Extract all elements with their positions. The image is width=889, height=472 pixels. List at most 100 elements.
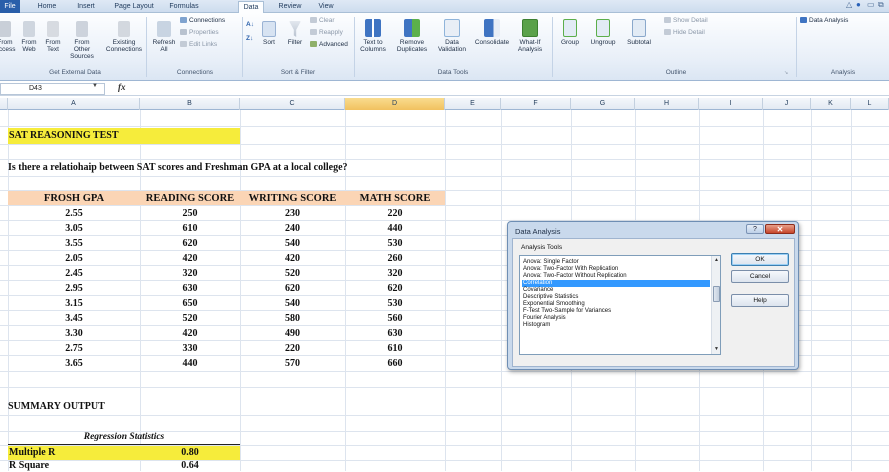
from-text-button[interactable]: From Text: [42, 21, 64, 53]
analysis-tools-listbox[interactable]: Anova: Single Factor Anova: Two-Factor Wi…: [519, 255, 721, 355]
cell-reading-score[interactable]: 320: [140, 267, 240, 280]
analysis-tool-item[interactable]: Fourier Analysis: [522, 315, 710, 322]
insert-function-icon[interactable]: fx: [118, 82, 126, 92]
cell-writing-score[interactable]: 580: [240, 312, 345, 325]
dialog-close-icon[interactable]: ✕: [765, 224, 795, 234]
multiple-r-label[interactable]: Multiple R: [9, 446, 55, 460]
properties-button[interactable]: Properties: [180, 29, 219, 37]
name-box[interactable]: D43: [0, 83, 105, 95]
sort-descending-button[interactable]: Z↓: [246, 35, 253, 43]
column-header-d[interactable]: D: [345, 98, 445, 110]
cell-reading-score[interactable]: 520: [140, 312, 240, 325]
cell-reading-score[interactable]: 330: [140, 342, 240, 355]
cell-writing-score[interactable]: 570: [240, 357, 345, 370]
sheet-title-cell[interactable]: SAT REASONING TEST: [8, 128, 240, 144]
cell-writing-score[interactable]: 240: [240, 222, 345, 235]
tab-file[interactable]: File: [0, 0, 20, 13]
advanced-filter-button[interactable]: Advanced: [310, 41, 348, 49]
dialog-help-icon[interactable]: ?: [746, 224, 764, 234]
data-validation-button[interactable]: Data Validation: [434, 19, 470, 53]
header-reading-score[interactable]: READING SCORE: [140, 192, 240, 205]
column-header-f[interactable]: F: [501, 98, 571, 110]
header-math-score[interactable]: MATH SCORE: [345, 192, 445, 205]
cell-writing-score[interactable]: 520: [240, 267, 345, 280]
multiple-r-value[interactable]: 0.80: [140, 446, 240, 460]
consolidate-button[interactable]: Consolidate: [472, 19, 512, 46]
clear-filter-button[interactable]: Clear: [310, 17, 335, 25]
reapply-button[interactable]: Reapply: [310, 29, 343, 37]
tab-insert[interactable]: Insert: [72, 1, 100, 13]
summary-output-title[interactable]: SUMMARY OUTPUT: [8, 400, 105, 414]
r-square-value[interactable]: 0.64: [140, 460, 240, 472]
edit-links-button[interactable]: Edit Links: [180, 41, 217, 49]
cell-writing-score[interactable]: 620: [240, 282, 345, 295]
r-square-label[interactable]: R Square: [9, 460, 49, 472]
data-analysis-button[interactable]: Data Analysis: [800, 17, 848, 25]
help-icon[interactable]: ●: [856, 0, 861, 9]
cell-frosh-gpa[interactable]: 3.45: [8, 312, 140, 325]
ungroup-button[interactable]: Ungroup: [586, 19, 620, 46]
what-if-analysis-button[interactable]: What-If Analysis: [512, 19, 548, 53]
remove-duplicates-button[interactable]: Remove Duplicates: [392, 19, 432, 53]
cell-frosh-gpa[interactable]: 2.75: [8, 342, 140, 355]
hide-detail-button[interactable]: Hide Detail: [664, 29, 705, 37]
sort-button[interactable]: Sort: [258, 21, 280, 46]
cell-math-score[interactable]: 260: [345, 252, 445, 265]
from-access-button[interactable]: From Access: [0, 21, 16, 53]
cell-writing-score[interactable]: 420: [240, 252, 345, 265]
cell-frosh-gpa[interactable]: 3.65: [8, 357, 140, 370]
column-header-l[interactable]: L: [851, 98, 889, 110]
window-restore-icon[interactable]: ⧉: [878, 0, 884, 10]
cell-reading-score[interactable]: 250: [140, 207, 240, 220]
cell-math-score[interactable]: 320: [345, 267, 445, 280]
cell-writing-score[interactable]: 540: [240, 297, 345, 310]
cell-reading-score[interactable]: 420: [140, 327, 240, 340]
cell-math-score[interactable]: 660: [345, 357, 445, 370]
cell-frosh-gpa[interactable]: 3.55: [8, 237, 140, 250]
column-header-k[interactable]: K: [811, 98, 851, 110]
cell-writing-score[interactable]: 220: [240, 342, 345, 355]
scroll-down-icon[interactable]: ▼: [713, 346, 720, 352]
column-header-j[interactable]: J: [763, 98, 811, 110]
cell-frosh-gpa[interactable]: 3.05: [8, 222, 140, 235]
column-header-g[interactable]: G: [571, 98, 635, 110]
window-minimize-icon[interactable]: ▭: [867, 0, 875, 9]
cell-reading-score[interactable]: 610: [140, 222, 240, 235]
column-header-h[interactable]: H: [635, 98, 699, 110]
cell-frosh-gpa[interactable]: 2.55: [8, 207, 140, 220]
analysis-tool-item[interactable]: Descriptive Statistics: [522, 294, 710, 301]
filter-button[interactable]: Filter: [284, 21, 306, 46]
scroll-up-icon[interactable]: ▲: [713, 257, 720, 263]
formula-input[interactable]: [134, 83, 888, 95]
sort-ascending-button[interactable]: A↓: [246, 21, 254, 29]
group-button[interactable]: Group: [556, 19, 584, 46]
cancel-button[interactable]: Cancel: [731, 270, 789, 283]
analysis-tool-item[interactable]: Covariance: [522, 287, 710, 294]
dialog-launcher-icon[interactable]: ↘: [784, 69, 788, 77]
cell-frosh-gpa[interactable]: 3.30: [8, 327, 140, 340]
ok-button[interactable]: OK: [731, 253, 789, 266]
cell-math-score[interactable]: 530: [345, 297, 445, 310]
analysis-tool-item[interactable]: Anova: Two-Factor Without Replication: [522, 273, 710, 280]
analysis-tool-item[interactable]: Exponential Smoothing: [522, 301, 710, 308]
column-header-b[interactable]: B: [140, 98, 240, 110]
from-other-sources-button[interactable]: From Other Sources: [66, 21, 98, 60]
column-header-e[interactable]: E: [445, 98, 501, 110]
cell-frosh-gpa[interactable]: 2.05: [8, 252, 140, 265]
column-header-a[interactable]: A: [8, 98, 140, 110]
refresh-all-button[interactable]: Refresh All: [150, 21, 178, 53]
cell-math-score[interactable]: 440: [345, 222, 445, 235]
cell-math-score[interactable]: 530: [345, 237, 445, 250]
cell-frosh-gpa[interactable]: 3.15: [8, 297, 140, 310]
show-detail-button[interactable]: Show Detail: [664, 17, 708, 25]
cell-reading-score[interactable]: 650: [140, 297, 240, 310]
tab-page-layout[interactable]: Page Layout: [112, 1, 156, 13]
header-writing-score[interactable]: WRITING SCORE: [240, 192, 345, 205]
tab-review[interactable]: Review: [276, 1, 304, 13]
column-header-i[interactable]: I: [699, 98, 763, 110]
tab-formulas[interactable]: Formulas: [166, 1, 202, 13]
listbox-scrollbar[interactable]: ▲ ▼: [711, 256, 720, 354]
cell-frosh-gpa[interactable]: 2.45: [8, 267, 140, 280]
cell-reading-score[interactable]: 420: [140, 252, 240, 265]
cell-math-score[interactable]: 630: [345, 327, 445, 340]
